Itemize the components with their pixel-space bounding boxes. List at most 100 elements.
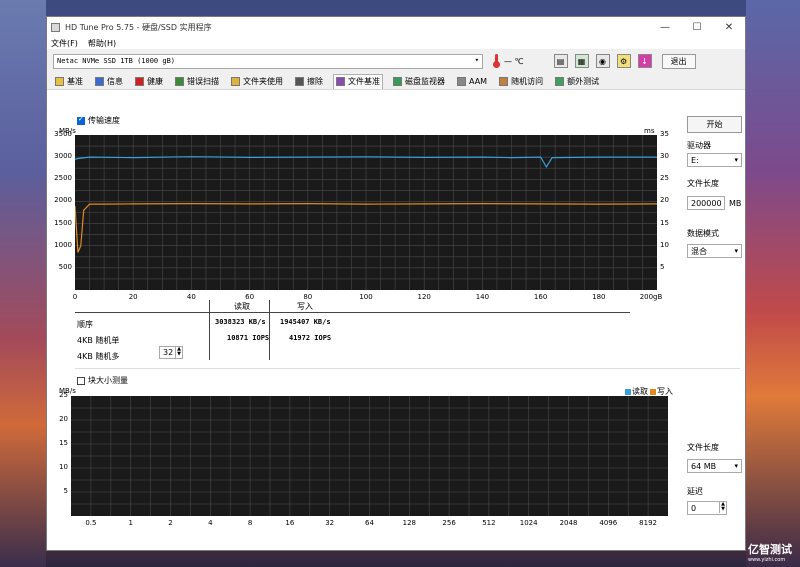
health-icon	[135, 76, 144, 86]
copy-info-icon[interactable]: ▤	[553, 54, 568, 68]
x-tick-label: 8192	[639, 519, 658, 527]
tab-erase[interactable]: 擦除	[293, 74, 325, 89]
x-tick-label: 180	[592, 293, 606, 301]
file-length-label: 文件长度	[687, 179, 719, 188]
chevron-down-icon: ▾	[734, 462, 738, 470]
block-size-label: 块大小测量	[88, 376, 128, 385]
drive-dropdown[interactable]: E: ▾	[687, 153, 742, 167]
tab-info[interactable]: 信息	[93, 74, 125, 89]
transfer-speed-plot	[75, 135, 657, 290]
drive-label: 驱动器	[687, 141, 711, 150]
legend-read-swatch	[625, 388, 631, 395]
minimize-button[interactable]: —	[649, 17, 681, 37]
data-mode-dropdown[interactable]: 混合 ▾	[687, 244, 742, 258]
menu-help[interactable]: 帮助(H)	[88, 38, 116, 49]
screenshot-camera-icon[interactable]: ◉	[595, 54, 610, 68]
chevron-down-icon: ▾	[734, 247, 738, 255]
y2-tick-label: 10	[660, 240, 669, 249]
x-tick-label: 160	[533, 293, 548, 301]
block-size-option[interactable]: 块大小测量	[77, 375, 128, 386]
start-button[interactable]: 开始	[687, 116, 742, 133]
x-tick-label: 200gB	[639, 293, 663, 301]
file-benchmark-icon	[336, 77, 345, 86]
transfer-speed-option[interactable]: 传输速度	[77, 115, 120, 126]
copy-text-icon[interactable]: ▦	[574, 54, 589, 68]
temperature-readout: — ℃	[504, 56, 524, 66]
block-file-length-dropdown[interactable]: 64 MB ▾	[687, 459, 742, 473]
block-size-chart	[71, 396, 668, 516]
tab-label: 信息	[107, 76, 123, 86]
queue-depth-stepper[interactable]: 32 ▲ ▼	[159, 346, 183, 359]
x-tick-label: 2048	[559, 519, 578, 527]
error-scan-icon	[175, 76, 184, 86]
tab-label: 擦除	[307, 76, 323, 86]
transfer-speed-checkbox[interactable]	[77, 115, 85, 125]
block-file-length-label: 文件长度	[687, 443, 719, 452]
tab-aam[interactable]: AAM	[455, 74, 489, 89]
watermark-url: www.yizhi.com	[748, 557, 786, 563]
y2-tick-label: 5	[660, 262, 665, 271]
results-divider	[75, 312, 630, 313]
data-mode-value: 混合	[691, 246, 707, 256]
tab-label: 错误扫描	[187, 76, 219, 86]
title-bar[interactable]: HD Tune Pro 5.75 - 硬盘/SSD 实用程序 — ☐ ✕	[47, 17, 745, 37]
x-tick-label: 512	[482, 519, 496, 527]
x-tick-label: 1024	[519, 519, 538, 527]
y2-tick-label: 35	[660, 130, 669, 138]
x-tick-label: 0	[72, 293, 78, 301]
block-size-checkbox[interactable]	[77, 376, 85, 385]
extra-tests-icon	[555, 76, 565, 86]
close-button[interactable]: ✕	[713, 17, 745, 37]
options-icon[interactable]: ⚙	[616, 54, 631, 68]
x-tick-label: 1	[128, 519, 133, 527]
transfer-speed-label: 传输速度	[88, 116, 120, 125]
tab-health[interactable]: 健康	[133, 74, 165, 89]
drive-select-value: Netac NVMe SSD 1TB (1000 gB)	[57, 57, 176, 65]
erase-icon	[295, 76, 304, 86]
drive-select[interactable]: Netac NVMe SSD 1TB (1000 gB) ▾	[53, 53, 483, 69]
folder-icon	[231, 76, 240, 86]
x-tick-label: 4096	[599, 519, 618, 527]
tab-extra-tests[interactable]: 额外测试	[553, 74, 601, 89]
exit-button[interactable]: 退出	[661, 53, 696, 69]
x-tick-label: 128	[402, 519, 416, 527]
random-single-read-value: 10871 IOPS	[227, 334, 270, 342]
tab-error-scan[interactable]: 错误扫描	[173, 74, 221, 89]
hdtune-window: HD Tune Pro 5.75 - 硬盘/SSD 实用程序 — ☐ ✕ 文件(…	[46, 16, 746, 551]
x-tick-label: 80	[303, 293, 313, 301]
delay-value: 0	[691, 503, 697, 513]
random-single-label: 4KB 随机单	[77, 336, 120, 345]
tab-file-benchmark[interactable]: 文件基准	[333, 73, 383, 89]
menu-file[interactable]: 文件(F)	[51, 38, 78, 49]
tab-label: 额外测试	[567, 76, 600, 86]
x-tick-label: 100	[359, 293, 373, 301]
tab-label: 基准	[67, 76, 83, 86]
tab-label: 文件夹使用	[243, 76, 283, 86]
random-single-write-value: 41972 IOPS	[289, 334, 332, 342]
y-tick-label: 2500	[54, 174, 72, 183]
tab-disk-monitor[interactable]: 磁盘监视器	[391, 74, 447, 89]
tab-label: 健康	[147, 76, 163, 86]
x-tick-label: 140	[475, 293, 490, 301]
x-tick-label: 32	[325, 519, 335, 527]
x-tick-label: 120	[417, 293, 431, 301]
tab-folder[interactable]: 文件夹使用	[229, 74, 285, 89]
tab-label: 文件基准	[348, 77, 380, 86]
y-tick-label: 10	[59, 463, 68, 471]
maximize-button[interactable]: ☐	[681, 17, 713, 37]
x-tick-label: 16	[285, 519, 295, 527]
drive-dropdown-value: E:	[691, 155, 699, 165]
save-download-icon[interactable]: ↓	[637, 54, 652, 68]
tab-random-access[interactable]: 随机访问	[497, 74, 545, 89]
file-length-input[interactable]: 200000	[687, 196, 725, 210]
delay-stepper[interactable]: 0 ▲ ▼	[687, 501, 727, 515]
tab-benchmark[interactable]: 基准	[53, 74, 85, 89]
watermark-logo: 亿智测试 www.yizhi.com	[748, 541, 792, 563]
watermark-text: 亿智测试	[748, 543, 792, 556]
y-tick-label: 15	[59, 439, 68, 447]
file-benchmark-panel: 传输速度 MB/s ms 读取 写入 顺序 3038323 KB/s 19454…	[47, 90, 745, 550]
stepper-arrows-icon[interactable]: ▲ ▼	[719, 502, 726, 513]
tab-label: AAM	[469, 76, 488, 86]
stepper-arrows-icon[interactable]: ▲ ▼	[175, 347, 182, 358]
y-tick-label: 3000	[54, 152, 72, 161]
